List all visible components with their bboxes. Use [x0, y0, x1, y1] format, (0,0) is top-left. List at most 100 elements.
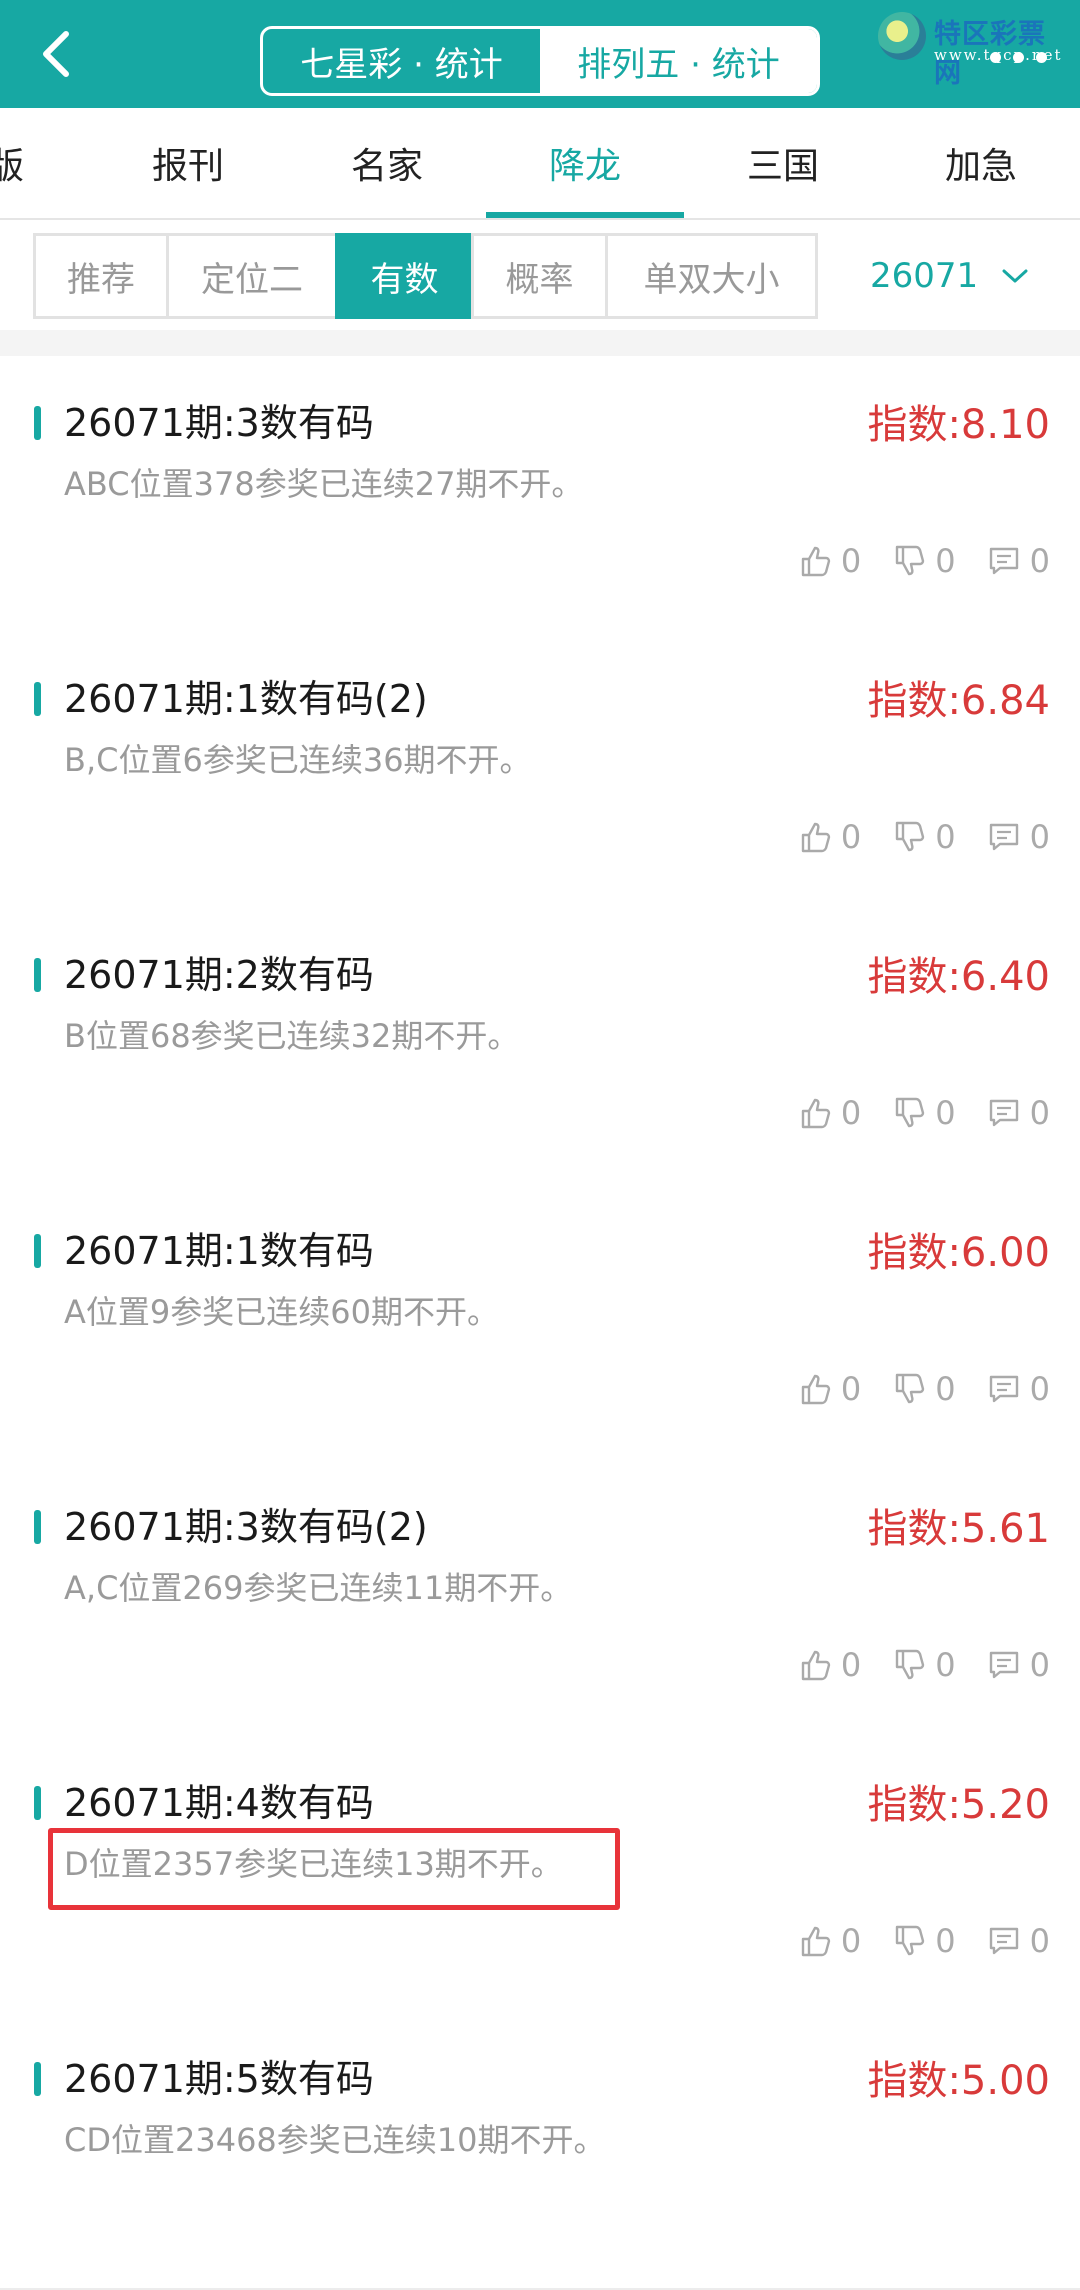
- item-accent-bar: [34, 1510, 41, 1544]
- like-button[interactable]: 0: [797, 818, 861, 856]
- comment-count: 0: [1029, 1094, 1050, 1132]
- list-item[interactable]: 26071期:1数有码(2) 指数:6.84 B,C位置6参奖已连续36期不开。 0 0…: [0, 632, 1080, 910]
- like-count: 0: [840, 1646, 862, 1684]
- list-item[interactable]: 26071期:5数有码 指数:5.00 CD位置23468参奖已连续10期不开。: [0, 2012, 1080, 2290]
- nav-tab-jiaji[interactable]: 加急: [891, 108, 1071, 218]
- item-accent-bar: [34, 682, 41, 716]
- comment-count: 0: [1029, 818, 1050, 856]
- item-title: 26071期:1数有码(2): [64, 677, 428, 721]
- item-accent-bar: [34, 958, 41, 992]
- item-description: ABC位置378参奖已连续27期不开。: [64, 465, 584, 503]
- dislike-button[interactable]: 0: [891, 1370, 956, 1408]
- nav-tab-baokan[interactable]: 报刊: [98, 108, 278, 218]
- list-item[interactable]: 26071期:3数有码(2) 指数:5.61 A,C位置269参奖已连续11期不开。…: [0, 1460, 1080, 1738]
- filter-chips: 推荐 定位二 有数 概率 单双大小: [33, 233, 818, 319]
- item-title: 26071期:2数有码: [64, 953, 374, 997]
- dislike-count: 0: [935, 1370, 956, 1408]
- comment-icon: [989, 823, 1018, 851]
- thumbs-down-icon: [896, 1925, 925, 1956]
- chevron-down-icon: [1002, 269, 1028, 283]
- dislike-button[interactable]: 0: [891, 542, 956, 580]
- item-accent-bar: [34, 2062, 41, 2096]
- item-accent-bar: [34, 406, 41, 440]
- item-description: B,C位置6参奖已连续36期不开。: [64, 741, 532, 779]
- comment-count: 0: [1029, 1922, 1050, 1960]
- list-item[interactable]: 26071期:3数有码 指数:8.10 ABC位置378参奖已连续27期不开。 0 0 0: [0, 356, 1080, 634]
- comment-button[interactable]: 0: [986, 818, 1050, 856]
- dislike-button[interactable]: 0: [891, 818, 956, 856]
- comment-count: 0: [1029, 1370, 1050, 1408]
- thumbs-up-icon: [801, 1650, 831, 1681]
- item-title: 26071期:4数有码: [64, 1781, 374, 1825]
- item-title: 26071期:1数有码: [64, 1229, 374, 1273]
- comment-count: 0: [1029, 542, 1050, 580]
- nav-tab-jianglong[interactable]: 降龙: [495, 108, 675, 218]
- comment-icon: [989, 1651, 1018, 1679]
- comment-icon: [989, 1099, 1018, 1127]
- nav-tab-ban[interactable]: 版: [0, 108, 96, 218]
- dislike-button[interactable]: 0: [891, 1094, 956, 1132]
- item-actions: 0 0 0: [767, 1094, 1050, 1132]
- section-divider: [0, 330, 1080, 356]
- nav-tab-sanguo[interactable]: 三国: [693, 108, 873, 218]
- comment-button[interactable]: 0: [986, 1370, 1050, 1408]
- filter-youshu[interactable]: 有数: [335, 233, 474, 319]
- lottery-segment-switch: 七星彩 · 统计 排列五 · 统计: [260, 26, 820, 96]
- list-item[interactable]: 26071期:2数有码 指数:6.40 B位置68参奖已连续32期不开。 0 0 0: [0, 908, 1080, 1186]
- comment-button[interactable]: 0: [986, 1094, 1050, 1132]
- like-button[interactable]: 0: [797, 1370, 861, 1408]
- like-button[interactable]: 0: [797, 1646, 861, 1684]
- like-button[interactable]: 0: [797, 1094, 861, 1132]
- item-index: 指数:6.00: [867, 1230, 1050, 1276]
- segment-pailiewu[interactable]: 排列五 · 统计: [540, 29, 817, 93]
- item-index: 指数:6.84: [867, 678, 1050, 724]
- thumbs-up-icon: [801, 1098, 831, 1129]
- thumbs-down-icon: [896, 1649, 925, 1680]
- item-description: CD位置23468参奖已连续10期不开。: [64, 2121, 606, 2159]
- comment-button[interactable]: 0: [986, 1922, 1050, 1960]
- comment-icon: [989, 547, 1018, 575]
- item-description: B位置68参奖已连续32期不开。: [64, 1017, 520, 1055]
- thumbs-down-icon: [896, 821, 925, 852]
- period-value: 26071: [870, 256, 979, 296]
- more-menu-icon[interactable]: [990, 52, 1047, 63]
- dislike-count: 0: [935, 818, 956, 856]
- thumbs-up-icon: [801, 546, 831, 577]
- item-index: 指数:5.61: [867, 1506, 1050, 1552]
- item-index: 指数:5.20: [867, 1782, 1050, 1828]
- like-count: 0: [840, 818, 862, 856]
- nav-tab-mingjia[interactable]: 名家: [297, 108, 477, 218]
- list-item[interactable]: 26071期:1数有码 指数:6.00 A位置9参奖已连续60期不开。 0 0 0: [0, 1184, 1080, 1462]
- filter-dingweier[interactable]: 定位二: [166, 233, 338, 319]
- like-count: 0: [840, 542, 862, 580]
- like-button[interactable]: 0: [797, 1922, 861, 1960]
- item-actions: 0 0 0: [767, 1370, 1050, 1408]
- nav-tabs: 版 报刊 名家 降龙 三国 加急: [0, 108, 1080, 220]
- thumbs-up-icon: [801, 822, 831, 853]
- dislike-count: 0: [935, 542, 956, 580]
- item-title: 26071期:5数有码: [64, 2057, 374, 2101]
- item-actions: 0 0 0: [767, 818, 1050, 856]
- dislike-button[interactable]: 0: [891, 1922, 956, 1960]
- top-bar: 七星彩 · 统计 排列五 · 统计 特区彩票网 www.tqcp.net: [0, 0, 1080, 108]
- comment-icon: [989, 1375, 1018, 1403]
- like-button[interactable]: 0: [797, 542, 861, 580]
- filter-gailv[interactable]: 概率: [471, 233, 608, 319]
- thumbs-up-icon: [801, 1926, 831, 1957]
- thumbs-down-icon: [896, 1097, 925, 1128]
- filter-tuijian[interactable]: 推荐: [33, 233, 169, 319]
- period-select[interactable]: 26071: [870, 233, 1030, 319]
- item-actions: 0 0 0: [767, 542, 1050, 580]
- like-count: 0: [840, 1922, 862, 1960]
- comment-button[interactable]: 0: [986, 542, 1050, 580]
- active-tab-indicator: [486, 212, 684, 218]
- highlight-box: [48, 1828, 620, 1910]
- back-arrow-icon[interactable]: [30, 26, 86, 82]
- thumbs-up-icon: [801, 1374, 831, 1405]
- comment-button[interactable]: 0: [986, 1646, 1050, 1684]
- like-count: 0: [840, 1094, 862, 1132]
- filter-danshuangdaxiao[interactable]: 单双大小: [605, 233, 818, 319]
- dislike-button[interactable]: 0: [891, 1646, 956, 1684]
- item-index: 指数:6.40: [867, 954, 1050, 1000]
- segment-qixingcai[interactable]: 七星彩 · 统计: [263, 29, 540, 93]
